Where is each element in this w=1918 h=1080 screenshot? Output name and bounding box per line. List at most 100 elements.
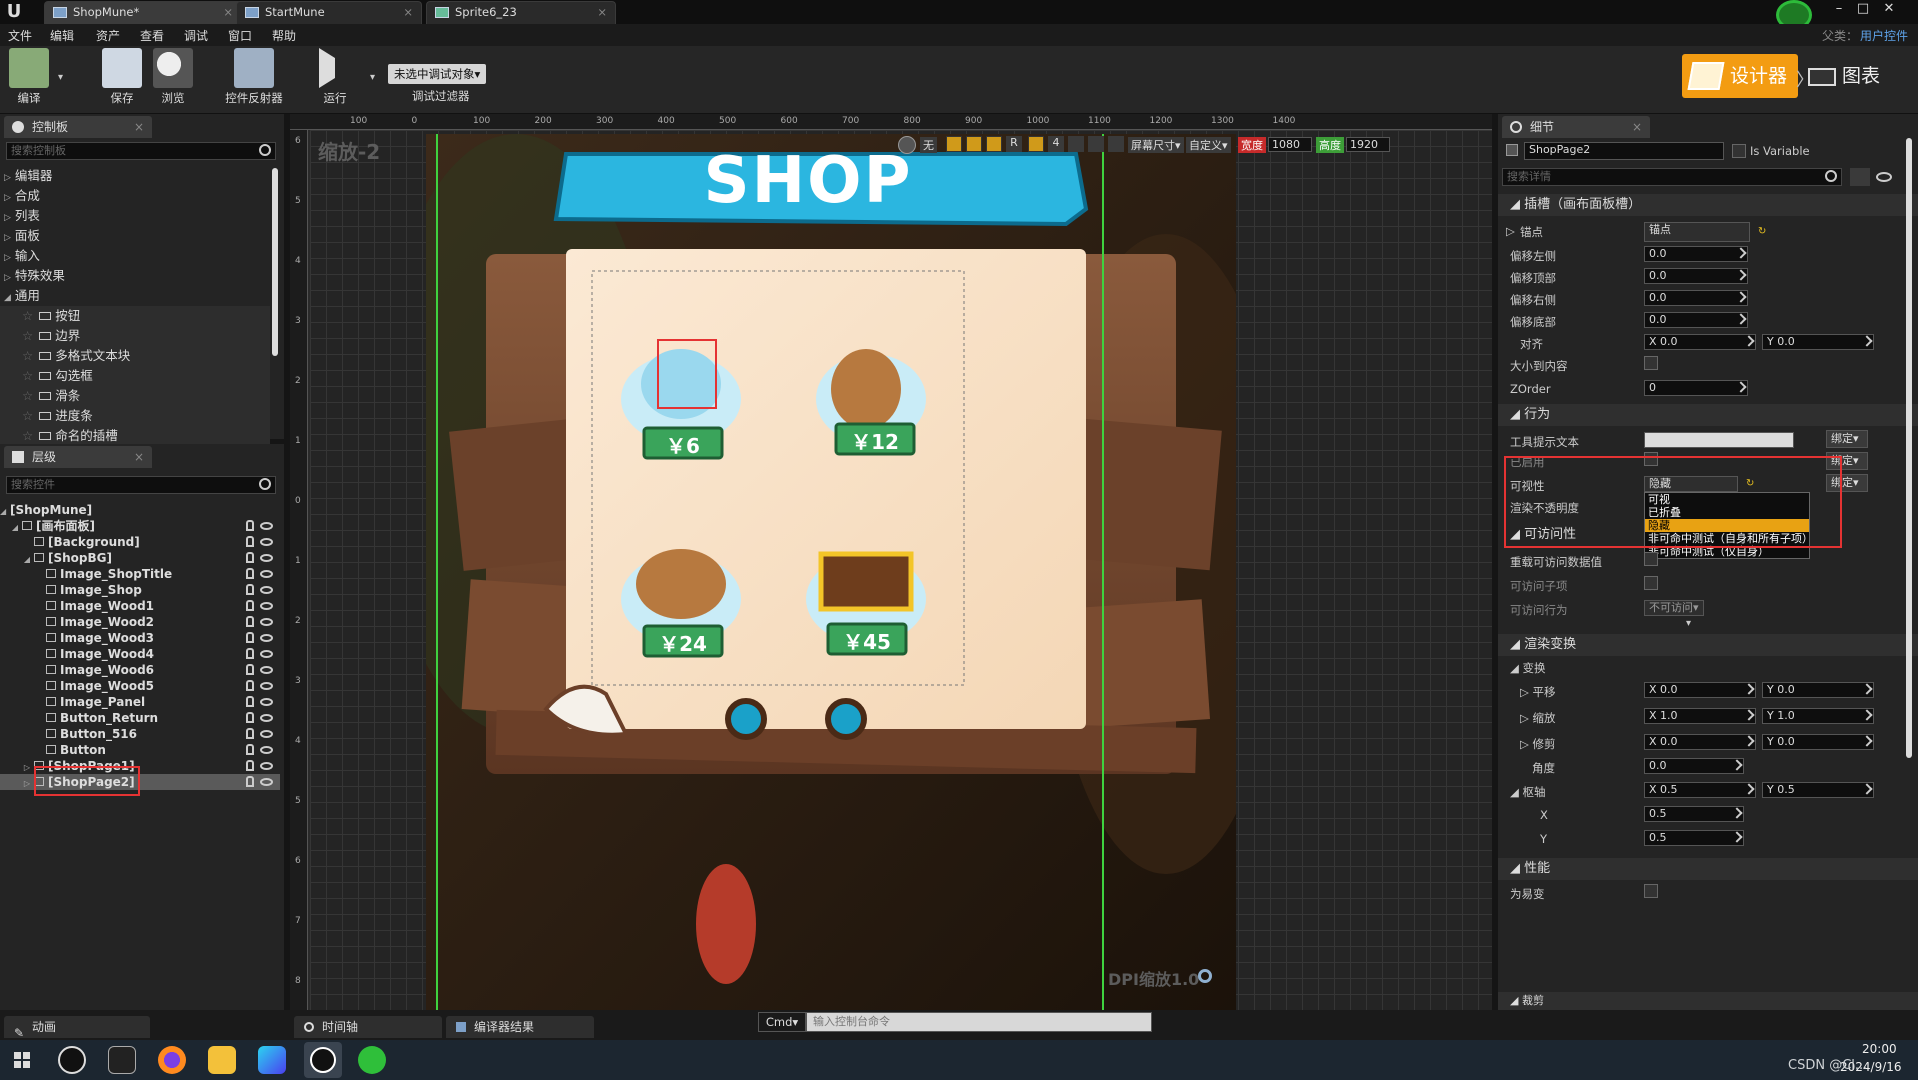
image-icon[interactable] (1088, 136, 1104, 152)
flip-icon[interactable] (1108, 136, 1124, 152)
dpi-icon[interactable] (986, 136, 1002, 152)
expand-more-icon[interactable]: ▾ (1686, 618, 1691, 629)
size-to-content-checkbox[interactable] (1644, 356, 1658, 370)
eye-icon[interactable] (260, 778, 273, 786)
hierarchy-row[interactable]: Button_516 (0, 726, 280, 742)
widget-reflector-button[interactable]: 控件反射器 (216, 48, 292, 110)
hierarchy-search-input[interactable]: 搜索控件 (6, 476, 276, 494)
lock-icon[interactable] (246, 776, 254, 787)
lock-icon[interactable] (246, 536, 254, 547)
palette-widget-item[interactable]: ☆ 进度条 (0, 406, 270, 426)
lock-icon[interactable] (246, 696, 254, 707)
menu-debug[interactable]: 调试 (184, 27, 208, 44)
width-input[interactable]: 1080 (1268, 137, 1312, 152)
lock-icon[interactable] (246, 568, 254, 579)
render-transform-section[interactable]: ◢ 渲染变换 (1498, 634, 1918, 656)
star-icon[interactable]: ☆ (0, 388, 33, 403)
lock-icon[interactable] (246, 648, 254, 659)
lock-icon[interactable] (246, 616, 254, 627)
palette-category[interactable]: ▷ 特殊效果 (0, 266, 280, 286)
view-grid-icon[interactable] (1850, 168, 1870, 186)
scale-y-input[interactable]: Y 1.0 (1762, 708, 1874, 724)
menu-view[interactable]: 查看 (140, 27, 164, 44)
hierarchy-row[interactable]: Image_Shop (0, 582, 280, 598)
shear-y-input[interactable]: Y 0.0 (1762, 734, 1874, 750)
eye-icon[interactable] (260, 586, 273, 594)
close-icon[interactable]: × (223, 2, 233, 23)
menu-help[interactable]: 帮助 (272, 27, 296, 44)
palette-category[interactable]: ◢ 通用 (0, 286, 280, 306)
compiler-results-tab[interactable]: 编译器结果 (446, 1016, 594, 1038)
is-variable-checkbox[interactable] (1732, 144, 1746, 158)
grid-size[interactable]: 4 (1048, 136, 1064, 152)
eye-icon[interactable] (260, 682, 273, 690)
override-accessible-checkbox[interactable] (1644, 552, 1658, 566)
eye-icon[interactable] (260, 714, 273, 722)
gear-icon[interactable] (1198, 969, 1212, 983)
eye-icon[interactable] (260, 762, 273, 770)
volatile-checkbox[interactable] (1644, 884, 1658, 898)
grid-snap-icon[interactable] (1028, 136, 1044, 152)
palette-widget-item[interactable]: ☆ 多格式文本块 (0, 346, 270, 366)
cmd-select[interactable]: Cmd▾ (758, 1012, 806, 1032)
eye-icon[interactable] (260, 730, 273, 738)
eye-icon[interactable] (260, 570, 273, 578)
tooltip-input[interactable] (1644, 432, 1794, 448)
localization-select[interactable]: 无 (920, 137, 937, 153)
hierarchy-row[interactable]: Button (0, 742, 280, 758)
palette-widget-item[interactable]: ☆ 按钮 (0, 306, 270, 326)
eye-icon[interactable] (260, 554, 273, 562)
unreal-editor-active-icon[interactable] (304, 1042, 342, 1078)
widget-name-input[interactable]: ShopPage2 (1524, 142, 1724, 160)
unreal-logo-icon[interactable]: U (2, 0, 26, 24)
bind-button[interactable]: 绑定▾ (1826, 430, 1868, 448)
lock-icon[interactable] (246, 632, 254, 643)
scale-x-input[interactable]: X 1.0 (1644, 708, 1756, 724)
file-explorer-icon[interactable] (208, 1046, 236, 1074)
height-input[interactable]: 1920 (1346, 137, 1390, 152)
hierarchy-row[interactable]: ◢ [ShopBG] (0, 550, 280, 566)
save-button[interactable]: 保存 (100, 48, 144, 110)
eye-icon[interactable] (260, 698, 273, 706)
minimize-icon[interactable]: – (1828, 0, 1850, 18)
scrollbar[interactable] (272, 168, 278, 356)
hierarchy-row[interactable]: Image_ShopTitle (0, 566, 280, 582)
translation-y-input[interactable]: Y 0.0 (1762, 682, 1874, 698)
debug-object-select[interactable]: 未选中调试对象▾ (388, 64, 487, 84)
maximize-icon[interactable]: □ (1852, 0, 1874, 18)
close-icon[interactable]: × (597, 2, 607, 23)
eye-icon[interactable] (260, 746, 273, 754)
hierarchy-row[interactable]: ◢ [画布面板] (0, 518, 280, 534)
close-icon[interactable]: × (1632, 116, 1642, 138)
palette-widget-item[interactable]: ☆ 滑条 (0, 386, 270, 406)
performance-section[interactable]: ◢ 性能 (1498, 858, 1918, 880)
star-icon[interactable]: ☆ (0, 368, 33, 383)
alignment-y-input[interactable]: Y 0.0 (1762, 334, 1874, 350)
star-icon[interactable]: ☆ (0, 408, 33, 423)
lock-icon[interactable] (246, 728, 254, 739)
star-icon[interactable]: ☆ (0, 328, 33, 343)
lock-icon[interactable] (246, 712, 254, 723)
pivot-x-sub-input[interactable]: 0.5 (1644, 806, 1744, 822)
alignment-x-input[interactable]: X 0.0 (1644, 334, 1756, 350)
graph-button[interactable]: 图表 (1802, 54, 1902, 98)
hierarchy-row[interactable]: Image_Wood1 (0, 598, 280, 614)
shear-x-input[interactable]: X 0.0 (1644, 734, 1756, 750)
browse-button[interactable]: 浏览 (150, 48, 196, 110)
wechat-icon[interactable] (358, 1046, 386, 1074)
epic-games-icon[interactable] (108, 1046, 136, 1074)
console-input[interactable]: 输入控制台命令 (806, 1012, 1152, 1032)
outline-icon[interactable] (946, 136, 962, 152)
hierarchy-row[interactable]: [Background] (0, 534, 280, 550)
lock-icon[interactable] (246, 584, 254, 595)
tab-sprite[interactable]: Sprite6_23 × (426, 1, 616, 24)
anchor-select[interactable]: 锚点 (1644, 222, 1750, 242)
eye-icon[interactable] (260, 666, 273, 674)
hierarchy-row[interactable]: Button_Return (0, 710, 280, 726)
details-search-input[interactable]: 搜索详情 (1502, 168, 1842, 186)
parent-class-value[interactable]: 用户控件 (1860, 27, 1908, 44)
designer-button[interactable]: 设计器 (1682, 54, 1798, 98)
menu-file[interactable]: 文件 (8, 27, 32, 44)
angle-input[interactable]: 0.0 (1644, 758, 1744, 774)
eye-icon[interactable] (1876, 172, 1892, 182)
